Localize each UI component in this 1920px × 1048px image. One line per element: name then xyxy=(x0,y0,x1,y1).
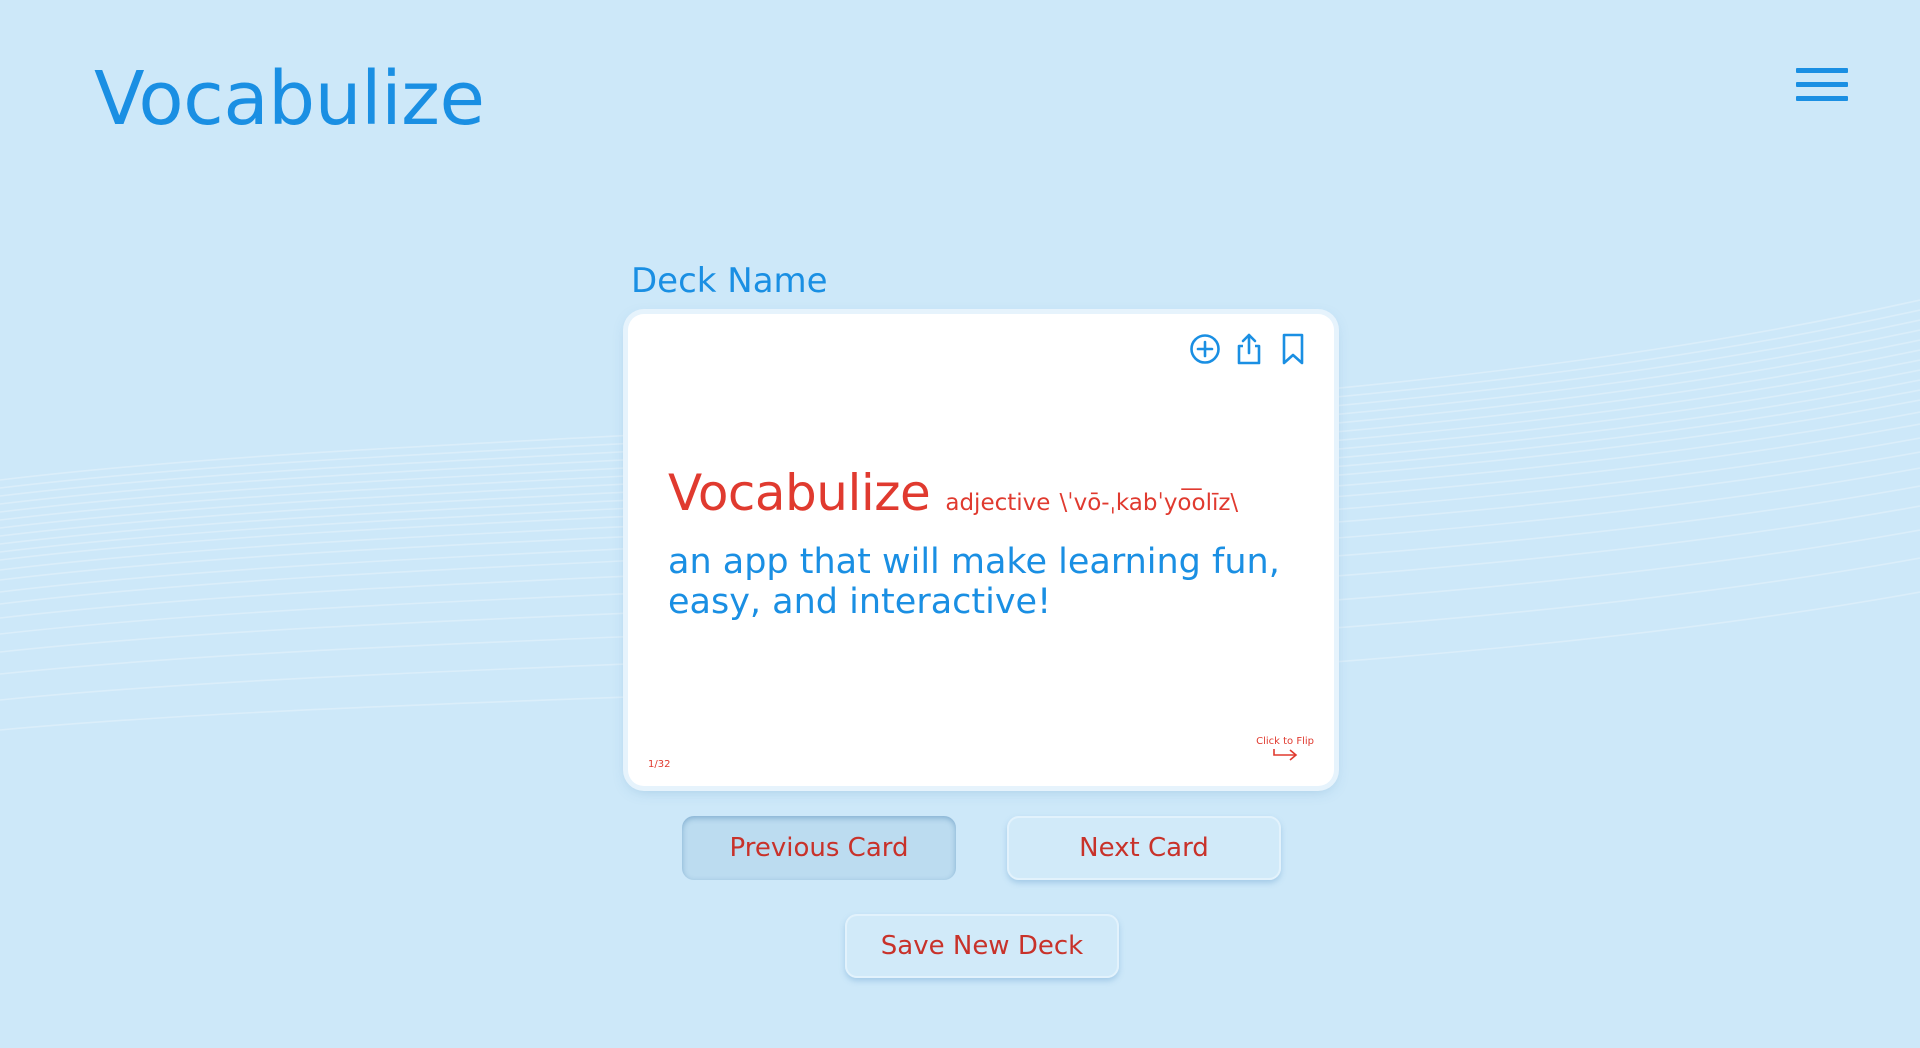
card-definition: an app that will make learning fun, easy… xyxy=(668,542,1280,622)
flashcard[interactable]: Vocabulize adjective \ˈvō-ˌkabˈyo͞olīz\ … xyxy=(628,314,1334,786)
flip-hint[interactable]: Click to Flip xyxy=(1256,736,1314,766)
deck-name-label: Deck Name xyxy=(631,261,828,301)
next-card-button[interactable]: Next Card xyxy=(1007,816,1281,880)
share-icon[interactable] xyxy=(1232,332,1266,366)
app-logo[interactable]: Vocabulize xyxy=(94,62,485,136)
flip-arrow-icon xyxy=(1273,749,1298,761)
card-word: Vocabulize xyxy=(668,464,931,522)
bookmark-icon[interactable] xyxy=(1276,332,1310,366)
part-of-speech: adjective xyxy=(945,490,1051,516)
hamburger-menu-icon[interactable] xyxy=(1796,64,1848,104)
card-actions xyxy=(1188,332,1310,366)
card-counter: 1/32 xyxy=(648,759,671,770)
word-line: Vocabulize adjective \ˈvō-ˌkabˈyo͞olīz\ xyxy=(668,464,1238,522)
save-new-deck-button[interactable]: Save New Deck xyxy=(845,914,1119,978)
previous-card-button[interactable]: Previous Card xyxy=(682,816,956,880)
plus-circle-icon[interactable] xyxy=(1188,332,1222,366)
pronunciation: \ˈvō-ˌkabˈyo͞olīz\ xyxy=(1059,490,1239,516)
page: Vocabulize Deck Name Vocabulize adjectiv… xyxy=(0,0,1920,1048)
flip-hint-label: Click to Flip xyxy=(1256,736,1314,747)
